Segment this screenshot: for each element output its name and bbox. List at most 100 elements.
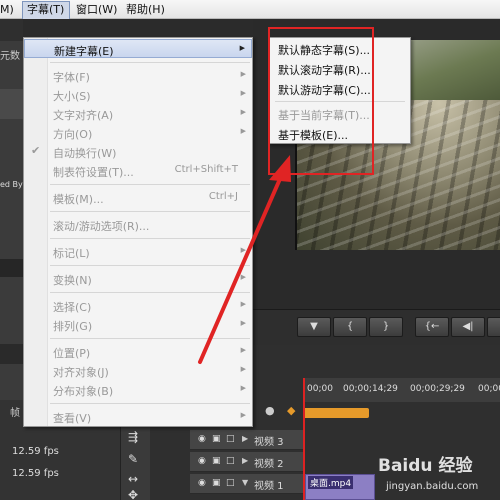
- film-icon[interactable]: ▣: [212, 456, 222, 466]
- menu-separator: [50, 184, 250, 185]
- add-marker-button[interactable]: ▼: [297, 317, 331, 337]
- menu-separator: [50, 238, 250, 239]
- menu-item-label: 位置(P): [53, 347, 91, 360]
- fps-value: 12.59 fps: [12, 446, 59, 457]
- menu-item-size[interactable]: 大小(S) ▶: [24, 85, 252, 104]
- lock-icon[interactable]: □: [226, 434, 236, 444]
- panel-label: ed By: [0, 180, 23, 189]
- menu-item-font[interactable]: 字体(F) ▶: [24, 66, 252, 85]
- menu-item-templates[interactable]: 模板(M)... Ctrl+J: [24, 188, 252, 207]
- menu-item-transform[interactable]: 变换(N) ▶: [24, 269, 252, 288]
- timecode-label: 00;00;14;29: [343, 384, 398, 394]
- menu-bar: M) 字幕(T) 窗口(W) 帮助(H): [0, 0, 500, 19]
- expand-track-icon[interactable]: ▶: [242, 434, 248, 443]
- collapse-track-icon[interactable]: ▼: [242, 478, 248, 487]
- menu-item-label: 模板(M)...: [53, 193, 104, 206]
- step-back-button[interactable]: ◀|: [451, 317, 485, 337]
- watermark-url: jingyan.baidu.com: [386, 481, 479, 492]
- menu-item-label: 制表符设置(T)...: [53, 166, 134, 179]
- film-icon[interactable]: ▣: [212, 434, 222, 444]
- track-name: 视频 1: [254, 481, 284, 492]
- marker-icon[interactable]: ◆: [287, 404, 295, 417]
- menu-separator: [50, 265, 250, 266]
- timecode-label: 00;00: [307, 384, 333, 394]
- timecode-label: 00;00: [478, 384, 500, 394]
- menu-item-text-align[interactable]: 文字对齐(A) ▶: [24, 104, 252, 123]
- menu-item-view[interactable]: 查看(V) ▶: [24, 407, 252, 426]
- menu-separator: [50, 338, 250, 339]
- metadata-label: 元数: [0, 51, 20, 62]
- menu-item-shortcut: Ctrl+J: [208, 191, 238, 202]
- fps-value: 12.59 fps: [12, 468, 59, 479]
- clip-label: 桌面.mp4: [308, 476, 354, 489]
- frame-column-header[interactable]: 帧: [10, 404, 20, 419]
- menu-window[interactable]: 窗口(W): [76, 2, 117, 17]
- menu-item-select[interactable]: 选择(C) ▶: [24, 296, 252, 315]
- mark-in-button[interactable]: {: [333, 317, 367, 337]
- lock-icon[interactable]: □: [226, 456, 236, 466]
- menu-separator: [50, 62, 250, 63]
- menu-item-label: 大小(S): [53, 90, 91, 103]
- subtitle-menu-dropdown: 新建字幕(E) ▶ 字体(F) ▶ 大小(S) ▶ 文字对齐(A) ▶ 方向(O…: [23, 37, 253, 427]
- menu-item-roll-crawl-options[interactable]: 滚动/游动选项(R)...: [24, 215, 252, 234]
- submenu-arrow-icon: ▶: [240, 365, 246, 373]
- menu-item-new-subtitle[interactable]: 新建字幕(E) ▶: [24, 39, 252, 58]
- menu-item-distribute-objects[interactable]: 分布对象(B) ▶: [24, 380, 252, 399]
- menu-item-label: 标记(L): [53, 247, 90, 260]
- play-button[interactable]: ◀: [487, 317, 500, 337]
- track-video-3[interactable]: ◉ ▣ □ ▶ 视频 3: [190, 430, 303, 450]
- menu-item-position[interactable]: 位置(P) ▶: [24, 342, 252, 361]
- menu-item-logo[interactable]: 标记(L) ▶: [24, 242, 252, 261]
- track-video-1[interactable]: ◉ ▣ □ ▼ 视频 1: [190, 474, 303, 494]
- eye-icon[interactable]: ◉: [198, 478, 208, 488]
- track-select-tool-icon[interactable]: ⇶: [128, 430, 138, 444]
- expand-track-icon[interactable]: ▶: [242, 456, 248, 465]
- timecode-label: 00;00;29;29: [410, 384, 465, 394]
- menu-separator: [50, 292, 250, 293]
- checkmark-icon: ✔: [31, 144, 41, 157]
- menu-help[interactable]: 帮助(H): [126, 2, 165, 17]
- submenu-arrow-icon: ▶: [240, 70, 246, 78]
- menu-item-label: 排列(G): [53, 320, 93, 333]
- menu-item-label: 自动换行(W): [53, 147, 117, 160]
- menu-separator: [50, 211, 250, 212]
- menu-item-label: 新建字幕(E): [54, 45, 114, 58]
- slide-tool-icon[interactable]: ✥: [128, 488, 138, 500]
- menu-item-orientation[interactable]: 方向(O) ▶: [24, 123, 252, 142]
- eye-icon[interactable]: ◉: [198, 434, 208, 444]
- timeline-clip[interactable]: 桌面.mp4: [305, 474, 375, 500]
- film-icon[interactable]: ▣: [212, 478, 222, 488]
- submenu-arrow-icon: ▶: [240, 246, 246, 254]
- submenu-arrow-icon: ▶: [240, 127, 246, 135]
- playhead[interactable]: [303, 378, 305, 500]
- menu-clip[interactable]: M): [0, 2, 14, 17]
- snap-icon[interactable]: ●: [265, 404, 275, 417]
- mark-out-button[interactable]: }: [369, 317, 403, 337]
- lock-icon[interactable]: □: [226, 478, 236, 488]
- menu-item-align-objects[interactable]: 对齐对象(J) ▶: [24, 361, 252, 380]
- razor-tool-icon[interactable]: ✎: [128, 452, 138, 466]
- submenu-arrow-icon: ▶: [240, 411, 246, 419]
- menu-item-label: 字体(F): [53, 71, 90, 84]
- track-video-2[interactable]: ◉ ▣ □ ▶ 视频 2: [190, 452, 303, 472]
- slip-tool-icon[interactable]: ↔: [128, 472, 138, 486]
- submenu-arrow-icon: ▶: [240, 319, 246, 327]
- menu-item-label: 方向(O): [53, 128, 93, 141]
- submenu-arrow-icon: ▶: [239, 44, 245, 52]
- submenu-arrow-icon: ▶: [240, 300, 246, 308]
- submenu-arrow-icon: ▶: [240, 346, 246, 354]
- menu-item-arrange[interactable]: 排列(G) ▶: [24, 315, 252, 334]
- track-name: 视频 3: [254, 437, 284, 448]
- watermark-brand: Baidu 经验: [378, 456, 473, 476]
- menu-item-label: 对齐对象(J): [53, 366, 109, 379]
- menu-item-label: 查看(V): [53, 412, 92, 425]
- eye-icon[interactable]: ◉: [198, 456, 208, 466]
- menu-item-label: 变换(N): [53, 274, 92, 287]
- submenu-arrow-icon: ▶: [240, 273, 246, 281]
- go-to-in-button[interactable]: {←: [415, 317, 449, 337]
- menu-item-shortcut: Ctrl+Shift+T: [174, 164, 238, 175]
- menu-item-word-wrap[interactable]: ✔ 自动换行(W): [24, 142, 252, 161]
- work-area-bar[interactable]: [303, 408, 369, 418]
- menu-item-tab-stops[interactable]: 制表符设置(T)... Ctrl+Shift+T: [24, 161, 252, 180]
- menu-subtitle[interactable]: 字幕(T): [22, 1, 70, 19]
